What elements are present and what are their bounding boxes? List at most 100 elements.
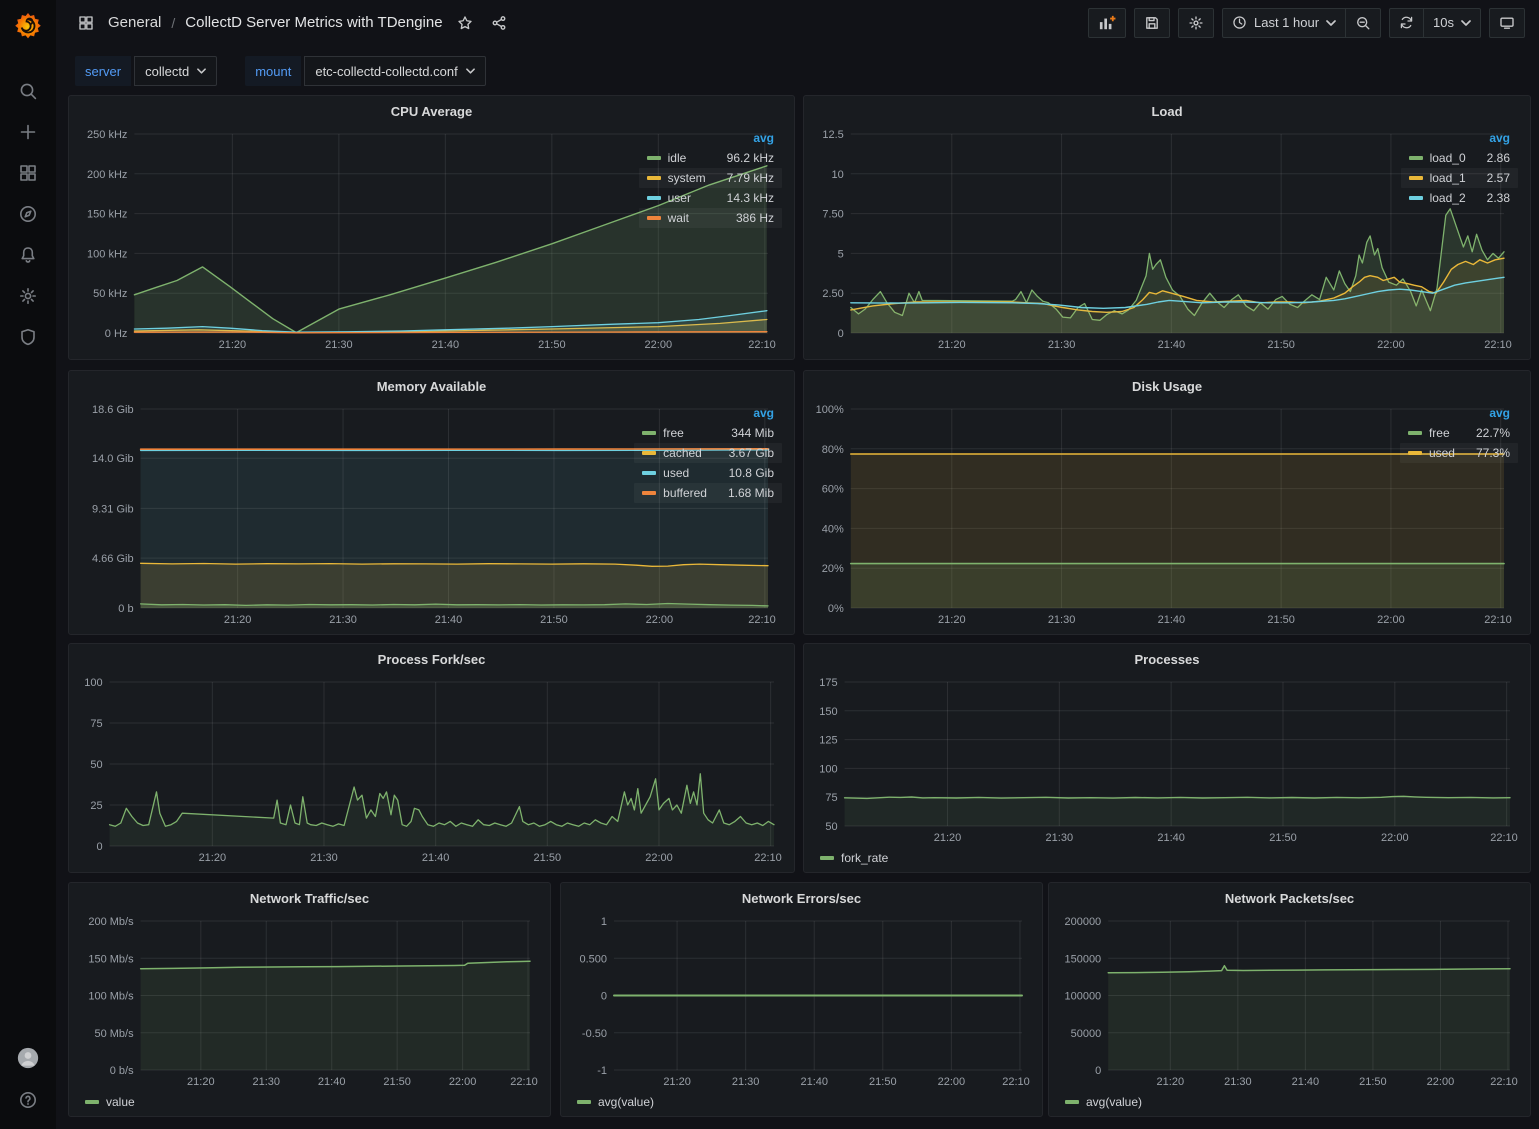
legend-item-fork_rate[interactable]: fork_rate — [820, 851, 888, 865]
variable-mount-value[interactable]: etc-collectd-collectd.conf — [304, 56, 485, 86]
cpu-average-graph[interactable]: 0 Hz50 kHz100 kHz150 kHz200 kHz250 kHz21… — [77, 124, 637, 353]
shield-icon[interactable] — [17, 326, 39, 348]
svg-text:22:10: 22:10 — [1490, 832, 1518, 844]
legend-series-name: user — [668, 191, 691, 205]
legend-item-load_2[interactable]: load_22.38 — [1401, 188, 1518, 208]
legend-item-avg(value)[interactable]: avg(value) — [1065, 1095, 1142, 1109]
plus-icon[interactable] — [17, 121, 39, 143]
legend-item-free[interactable]: free344 Mib — [634, 423, 782, 443]
svg-text:50: 50 — [825, 821, 837, 833]
svg-text:21:50: 21:50 — [1359, 1076, 1387, 1088]
save-button[interactable] — [1134, 8, 1170, 38]
alerting-icon[interactable] — [17, 244, 39, 266]
add-panel-button[interactable] — [1088, 8, 1126, 38]
svg-text:21:20: 21:20 — [938, 339, 966, 351]
panel-title[interactable]: Network Errors/sec — [569, 887, 1034, 911]
svg-text:21:40: 21:40 — [1157, 832, 1185, 844]
legend-series-color — [85, 1100, 99, 1104]
svg-text:4.66 Gib: 4.66 Gib — [92, 553, 134, 565]
network-packets-graph[interactable]: 05000010000015000020000021:2021:3021:402… — [1057, 911, 1522, 1090]
memory-available-legend: avgfree344 Mibcached3.67 Gibused10.8 Gib… — [632, 399, 786, 628]
svg-text:0: 0 — [1095, 1065, 1101, 1077]
svg-text:12.5: 12.5 — [822, 129, 843, 141]
processes-graph[interactable]: 507510012515017521:2021:3021:4021:5022:0… — [812, 672, 1522, 846]
legend-item-load_0[interactable]: load_02.86 — [1401, 148, 1518, 168]
svg-text:21:20: 21:20 — [199, 852, 227, 864]
explore-icon[interactable] — [17, 203, 39, 225]
search-icon[interactable] — [17, 80, 39, 102]
svg-text:150 Mb/s: 150 Mb/s — [88, 953, 134, 965]
settings-icon[interactable] — [17, 285, 39, 307]
svg-text:14.0 Gib: 14.0 Gib — [92, 453, 134, 465]
svg-text:22:10: 22:10 — [510, 1076, 538, 1088]
memory-available-graph[interactable]: 0 b4.66 Gib9.31 Gib14.0 Gib18.6 Gib21:20… — [77, 399, 632, 628]
svg-text:21:50: 21:50 — [1269, 832, 1297, 844]
legend-item-cached[interactable]: cached3.67 Gib — [634, 443, 782, 463]
legend-item-system[interactable]: system7.79 kHz — [639, 168, 782, 188]
svg-text:22:00: 22:00 — [645, 852, 673, 864]
variable-server-value[interactable]: collectd — [134, 56, 217, 86]
panel-title[interactable]: Processes — [812, 648, 1522, 672]
dashboard-title[interactable]: CollectD Server Metrics with TDengine — [185, 14, 442, 31]
svg-text:21:30: 21:30 — [1048, 339, 1076, 351]
legend-series-name: fork_rate — [841, 851, 888, 865]
legend-series-color — [1409, 156, 1423, 160]
legend-item-avg(value)[interactable]: avg(value) — [577, 1095, 654, 1109]
legend-item-user[interactable]: user14.3 kHz — [639, 188, 782, 208]
svg-text:60%: 60% — [822, 484, 844, 496]
svg-text:200 Mb/s: 200 Mb/s — [88, 916, 134, 928]
cycle-view-mode-button[interactable] — [1489, 8, 1525, 38]
refresh-interval-dropdown[interactable]: 10s — [1424, 8, 1481, 38]
legend-series-color — [577, 1100, 591, 1104]
svg-text:21:20: 21:20 — [1157, 1076, 1185, 1088]
panel-title[interactable]: Disk Usage — [812, 375, 1522, 399]
star-icon[interactable] — [453, 11, 477, 35]
legend-item-value[interactable]: value — [85, 1095, 135, 1109]
panel-title[interactable]: Memory Available — [77, 375, 786, 399]
process-fork-graph[interactable]: 025507510021:2021:3021:4021:5022:0022:10 — [77, 672, 786, 866]
legend-series-name: idle — [668, 151, 687, 165]
svg-text:21:40: 21:40 — [1158, 614, 1186, 626]
legend-series-avg-value: 22.7% — [1462, 426, 1510, 440]
legend-item-free[interactable]: free22.7% — [1400, 423, 1518, 443]
avatar[interactable] — [17, 1047, 39, 1069]
share-icon[interactable] — [487, 11, 511, 35]
legend-avg-header: avg — [634, 405, 782, 423]
load-graph[interactable]: 02.5057.501012.521:2021:3021:4021:5022:0… — [812, 124, 1399, 353]
legend-item-wait[interactable]: wait386 Hz — [639, 208, 782, 228]
legend-avg-header: avg — [639, 130, 782, 148]
zoom-out-button[interactable] — [1346, 8, 1381, 38]
grafana-app: General / CollectD Server Metrics with T… — [0, 0, 1539, 1129]
grafana-logo[interactable] — [0, 0, 56, 52]
legend-series-color — [1408, 451, 1422, 455]
panel-disk-usage: Disk Usage 0%20%40%60%80%100%21:2021:302… — [803, 370, 1531, 635]
panel-title[interactable]: Process Fork/sec — [77, 648, 786, 672]
svg-text:50 Mb/s: 50 Mb/s — [94, 1028, 134, 1040]
chevron-down-icon — [1461, 20, 1471, 26]
variable-mount: mount etc-collectd-collectd.conf — [245, 56, 485, 86]
panel-title[interactable]: Network Packets/sec — [1057, 887, 1522, 911]
help-icon[interactable] — [17, 1089, 39, 1111]
legend-series-color — [1409, 176, 1423, 180]
panel-title[interactable]: Load — [812, 100, 1522, 124]
panel-title[interactable]: Network Traffic/sec — [77, 887, 542, 911]
legend-series-color — [647, 216, 661, 220]
panel-cpu-average: CPU Average 0 Hz50 kHz100 kHz150 kHz200 … — [68, 95, 795, 360]
network-traffic-graph[interactable]: 0 b/s50 Mb/s100 Mb/s150 Mb/s200 Mb/s21:2… — [77, 911, 542, 1090]
refresh-button[interactable] — [1389, 8, 1424, 38]
svg-text:18.6 Gib: 18.6 Gib — [92, 404, 134, 416]
breadcrumb-section[interactable]: General — [108, 14, 161, 31]
svg-text:21:30: 21:30 — [325, 339, 353, 351]
legend-item-used[interactable]: used10.8 Gib — [634, 463, 782, 483]
legend-item-buffered[interactable]: buffered1.68 Mib — [634, 483, 782, 503]
disk-usage-graph[interactable]: 0%20%40%60%80%100%21:2021:3021:4021:5022… — [812, 399, 1398, 628]
panel-title[interactable]: CPU Average — [77, 100, 786, 124]
dashboard-settings-button[interactable] — [1178, 8, 1214, 38]
legend-item-idle[interactable]: idle96.2 kHz — [639, 148, 782, 168]
legend-item-used[interactable]: used77.3% — [1400, 443, 1518, 463]
time-range-picker[interactable]: Last 1 hour — [1222, 8, 1346, 38]
svg-text:21:20: 21:20 — [663, 1076, 691, 1088]
legend-item-load_1[interactable]: load_12.57 — [1401, 168, 1518, 188]
network-errors-graph[interactable]: -1-0.5000.500121:2021:3021:4021:5022:002… — [569, 911, 1034, 1090]
dashboards-icon[interactable] — [17, 162, 39, 184]
